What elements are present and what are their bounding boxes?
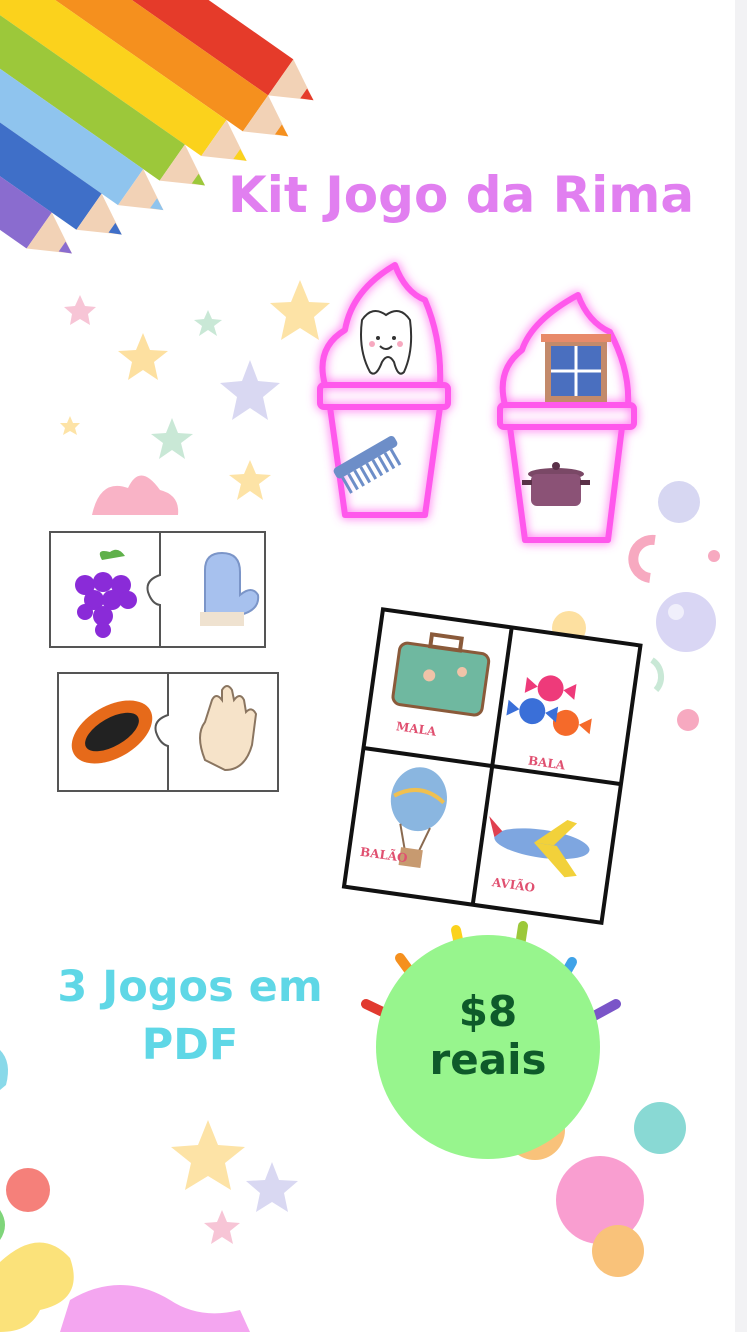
ice-cream-neon-icon xyxy=(317,262,637,543)
tooth-icon xyxy=(360,310,413,375)
pot-icon xyxy=(522,462,590,506)
price-currency: reais xyxy=(429,1035,547,1084)
price-text: $8 reais xyxy=(376,988,600,1084)
games-info: 3 Jogos em PDF xyxy=(40,958,340,1074)
puzzle-papaya-hand xyxy=(57,672,279,792)
games-line-2: PDF xyxy=(141,1020,239,1070)
window-icon xyxy=(541,334,611,402)
puzzle-grapes-mitten xyxy=(49,531,266,648)
price-amount: $8 xyxy=(458,987,518,1036)
games-line-1: 3 Jogos em xyxy=(57,962,323,1012)
rhyme-game-illustrations xyxy=(49,262,643,926)
